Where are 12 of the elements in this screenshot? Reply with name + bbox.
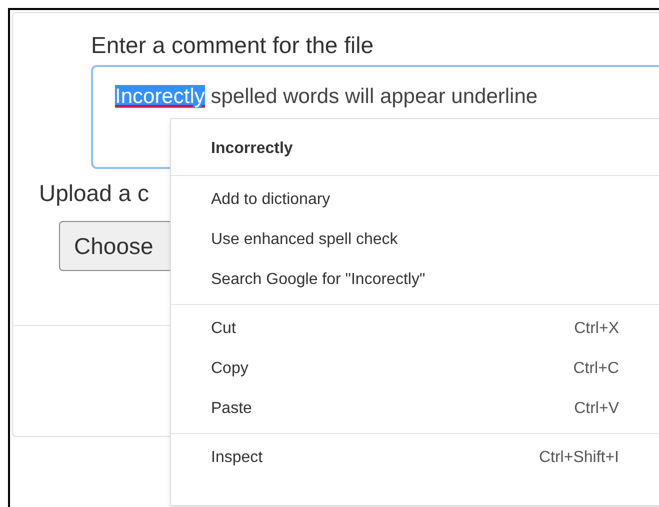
shortcut-text: Ctrl+V [574,399,619,419]
menu-item[interactable]: Copy Ctrl+C [171,349,659,389]
shortcut-text: Ctrl+Shift+I [538,448,619,468]
shortcut-text: Ctrl+X [574,319,619,339]
menu-item[interactable]: Cut Ctrl+X [171,309,659,349]
upload-label: Upload a c [39,179,149,207]
menu-item[interactable]: Paste Ctrl+V [171,389,659,429]
field-label: Enter a comment for the file [91,31,374,59]
shortcut-text: Ctrl+C [573,359,619,379]
menu-item[interactable]: Inspect Ctrl+Shift+I [171,438,659,478]
spelling-suggestion[interactable]: Incorrectly [171,129,659,169]
menu-item[interactable]: Add to dictionary [171,180,659,220]
